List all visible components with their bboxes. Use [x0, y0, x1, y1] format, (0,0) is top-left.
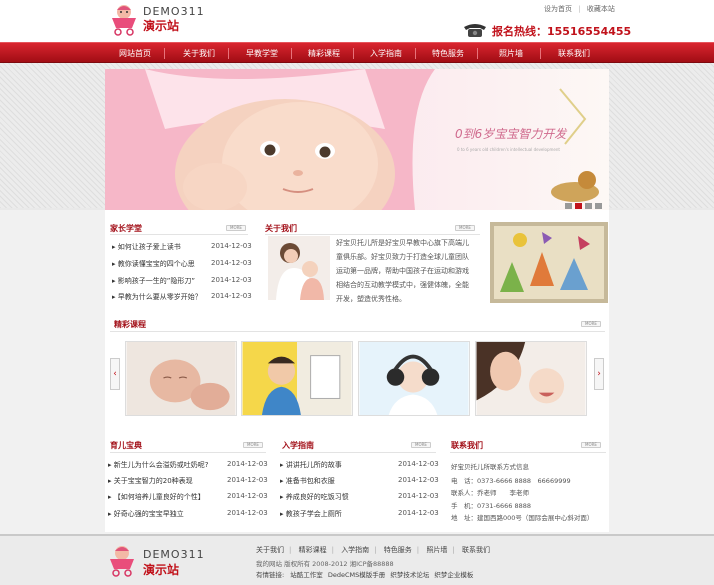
parent-school-title: 家长学堂 [110, 224, 142, 233]
list-item[interactable]: ▸ 关于宝宝智力的20种表现 [108, 476, 193, 486]
list-date: 2014-12-03 [227, 476, 268, 484]
footer-links: 关于我们 | 精彩课程 | 入学指南 | 特色服务 | 照片墙 | 联系我们 [256, 546, 490, 554]
contact-more-button[interactable]: MORE [581, 442, 601, 448]
friend-link[interactable]: 站酷工作室 [286, 571, 323, 579]
nav-photo-wall[interactable]: 照片墙 [499, 48, 523, 59]
course-photo-1[interactable] [125, 341, 237, 416]
friend-links: 有情链接: 站酷工作室 DedeCMS模版手册 织梦技术论坛 织梦企业模板 [256, 569, 473, 579]
set-homepage-link[interactable]: 设为首页 [544, 5, 572, 13]
list-item[interactable]: ▸ 教你读懂宝宝的四个心思 [112, 259, 195, 269]
list-item[interactable]: ▸ 教孩子学会上厕所 [280, 509, 342, 519]
courses-more-button[interactable]: MORE [581, 321, 601, 327]
footer-link-photos[interactable]: 照片墙 [426, 546, 447, 554]
about-text: 好宝贝托儿所是好宝贝早教中心旗下高端儿童俱乐部。好宝贝致力于打造全球儿童团队运动… [336, 239, 469, 303]
about-title: 关于我们 [265, 224, 297, 233]
list-item[interactable]: ▸ 如何让孩子爱上读书 [112, 242, 181, 252]
logo-text-cn: 演示站 [143, 19, 180, 33]
admission-more-button[interactable]: MORE [411, 442, 431, 448]
footer-link-contact[interactable]: 联系我们 [462, 546, 490, 554]
footer-logo-icon [110, 546, 134, 577]
list-item[interactable]: ▸ 【如何培养儿童良好的个性】 [108, 492, 205, 502]
mother-child-photo [268, 236, 330, 300]
list-date: 2014-12-03 [211, 292, 252, 300]
main-nav: 网站首页 关于我们 早教学堂 精彩课程 入学指南 特色服务 照片墙 联系我们 [0, 42, 714, 63]
friend-link[interactable]: DedeCMS模版手册 [325, 571, 385, 579]
nav-contact[interactable]: 联系我们 [558, 48, 590, 59]
footer-link-about[interactable]: 关于我们 [256, 546, 284, 554]
contact-line: 手 机：0731-6666 8888 [451, 502, 532, 510]
bookmark-link[interactable]: 收藏本站 [587, 5, 615, 13]
list-item[interactable]: ▸ 养成良好的吃饭习惯 [280, 492, 349, 502]
nav-services[interactable]: 特色服务 [432, 48, 464, 59]
list-item[interactable]: ▸ 新生儿为什么会溢奶或吐奶呢? [108, 460, 208, 470]
list-date: 2014-12-03 [398, 476, 439, 484]
courses-title: 精彩课程 [114, 320, 146, 329]
nav-courses[interactable]: 精彩课程 [308, 48, 340, 59]
hotline-text: 报名热线：15516554455 [492, 25, 632, 38]
list-date: 2014-12-03 [211, 259, 252, 267]
baby-carriage-logo-icon [112, 5, 136, 36]
banner-subtitle: 0 to 6 years old children's intellectual… [457, 147, 560, 152]
nav-admission[interactable]: 入学指南 [370, 48, 402, 59]
list-date: 2014-12-03 [211, 242, 252, 250]
friend-link[interactable]: 织梦技术论坛 [387, 571, 429, 579]
nav-early-education[interactable]: 早教学堂 [246, 48, 278, 59]
admission-title: 入学指南 [282, 441, 314, 450]
list-item[interactable]: ▸ 好奇心强的宝宝早独立 [108, 509, 184, 519]
telephone-icon [464, 24, 486, 37]
friend-links-label: 有情链接: [256, 571, 285, 579]
list-date: 2014-12-03 [398, 509, 439, 517]
list-date: 2014-12-03 [227, 492, 268, 500]
list-item[interactable]: ▸ 影响孩子一生的”隐形刀” [112, 276, 195, 286]
footer-logo-cn: 演示站 [143, 563, 180, 577]
carousel-prev-button[interactable]: ‹ [110, 358, 120, 390]
friend-link[interactable]: 织梦企业模板 [431, 571, 473, 579]
footer-logo-en: DEMO311 [143, 548, 205, 561]
contact-title: 联系我们 [451, 441, 483, 450]
nav-about[interactable]: 关于我们 [183, 48, 215, 59]
course-photo-4[interactable] [475, 341, 587, 416]
list-date: 2014-12-03 [398, 492, 439, 500]
course-photo-2[interactable] [241, 341, 353, 416]
carousel-next-button[interactable]: › [594, 358, 604, 390]
hero-banner: 0到6岁宝宝智力开发 0 to 6 years old children's i… [105, 69, 609, 210]
contact-line: 好宝贝托儿所联系方式信息 [451, 463, 529, 471]
children-drawing-photo [490, 222, 608, 303]
nav-home[interactable]: 网站首页 [119, 48, 151, 59]
contact-line: 电 话：0373-6666 8888 66669999 [451, 477, 571, 485]
list-date: 2014-12-03 [227, 460, 268, 468]
parenting-title: 育儿宝典 [110, 441, 142, 450]
parenting-more-button[interactable]: MORE [243, 442, 263, 448]
parent-school-more-button[interactable]: MORE [226, 225, 246, 231]
list-date: 2014-12-03 [398, 460, 439, 468]
contact-line: 联系人：乔老师 李老师 [451, 489, 529, 497]
list-item[interactable]: ▸ 讲讲托儿所的故事 [280, 460, 342, 470]
list-item[interactable]: ▸ 准备书包和衣服 [280, 476, 335, 486]
contact-line: 地 址：建国西路000号（国际会展中心斜对面） [451, 514, 594, 522]
list-date: 2014-12-03 [227, 509, 268, 517]
banner-headline: 0到6岁宝宝智力开发 [455, 127, 567, 141]
list-date: 2014-12-03 [211, 276, 252, 284]
footer-link-services[interactable]: 特色服务 [384, 546, 412, 554]
course-photo-3[interactable] [358, 341, 470, 416]
top-links: 设为首页 | 收藏本站 [544, 5, 615, 13]
footer-link-courses[interactable]: 精彩课程 [299, 546, 327, 554]
list-item[interactable]: ▸ 早教为什么要从零岁开始？ [112, 292, 202, 302]
footer-link-admission[interactable]: 入学指南 [341, 546, 369, 554]
copyright-text: 我的网站 版权所有 2008-2012 湘ICP备88888 [256, 560, 394, 568]
about-more-button[interactable]: MORE [455, 225, 475, 231]
